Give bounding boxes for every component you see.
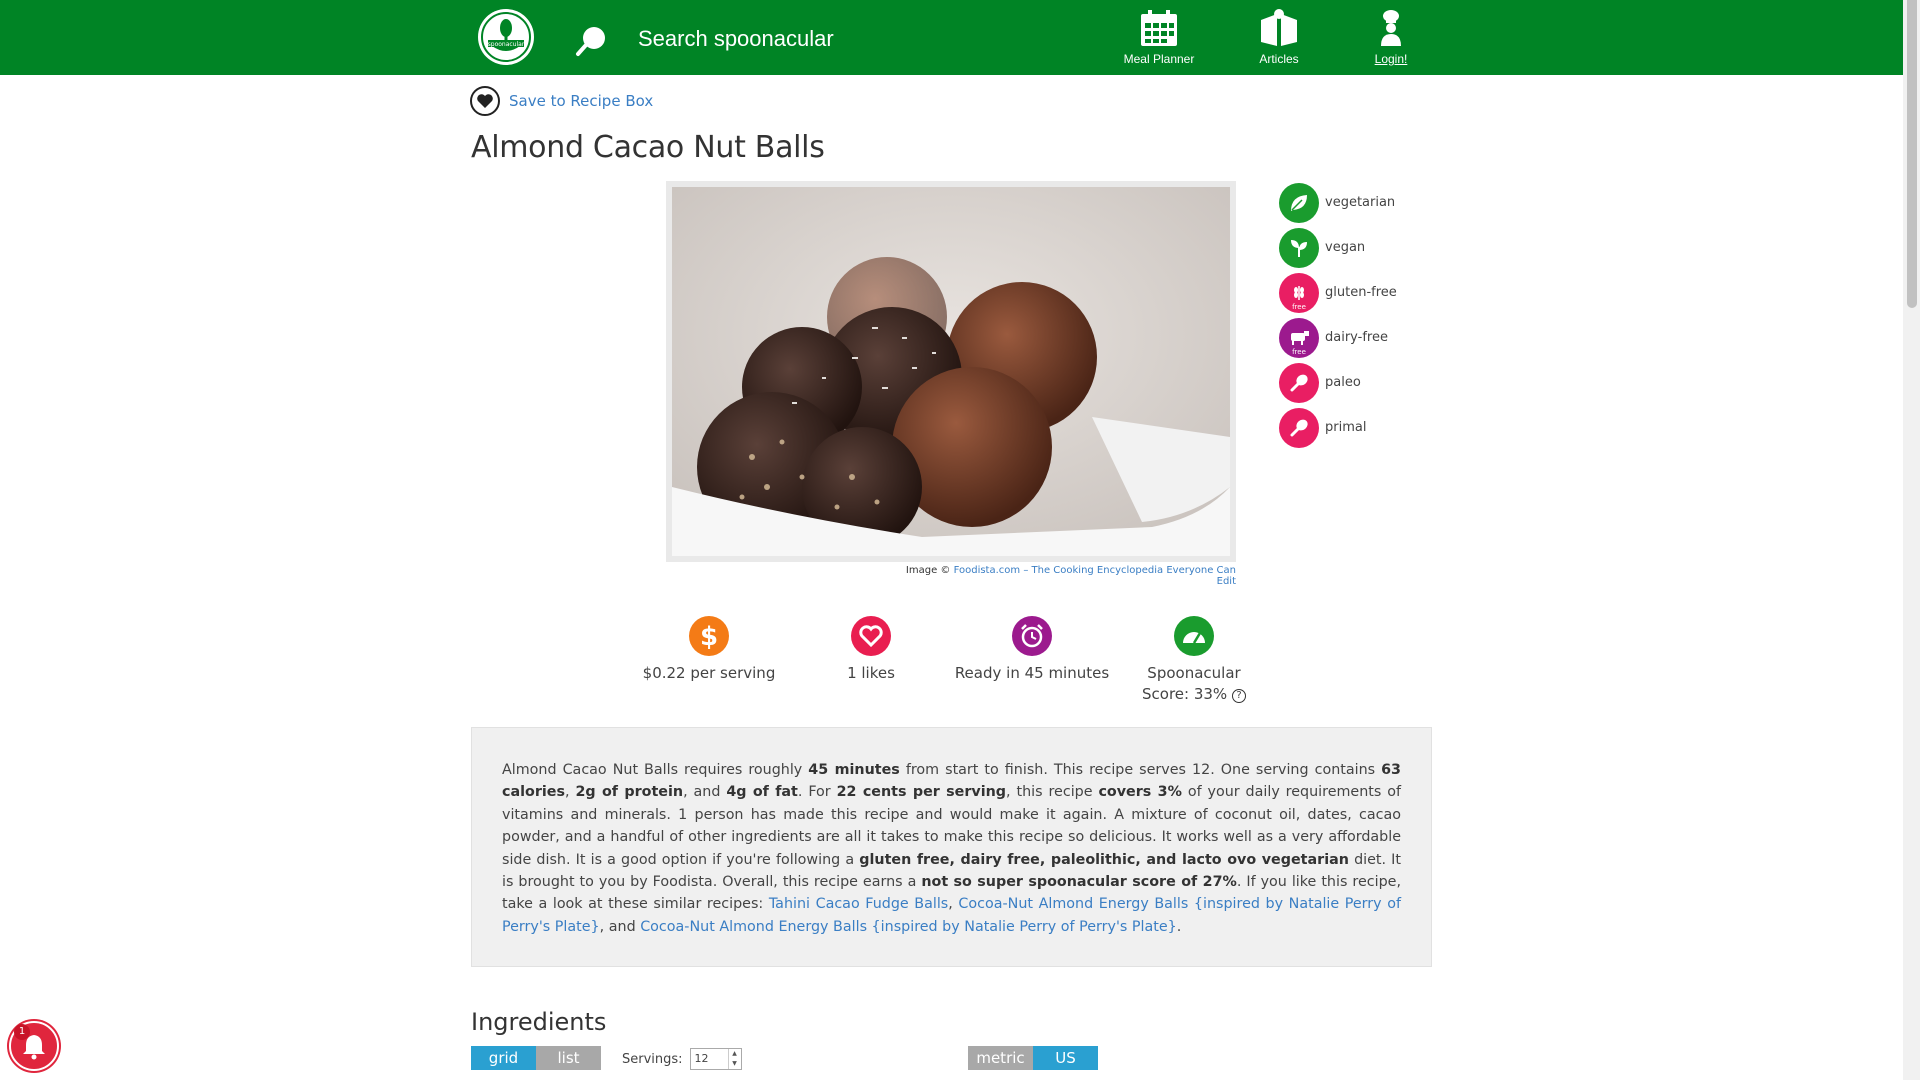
search-input[interactable]: Search spoonacular [638, 26, 834, 52]
nav-login[interactable]: Login! [1346, 8, 1436, 66]
unit-toggle: metric US [968, 1046, 1098, 1070]
wheat-free-icon: free [1279, 272, 1319, 313]
diet-gluten-free: free gluten-free [1279, 270, 1397, 315]
diet-badges: vegetarian vegan free gluten-free free d… [1279, 180, 1397, 450]
diet-primal: primal [1279, 405, 1397, 450]
servings-input[interactable]: 12 ▲ ▼ [689, 1048, 742, 1070]
leaf-icon [1279, 182, 1319, 223]
unit-us-button[interactable]: US [1033, 1046, 1098, 1070]
recipe-image-frame [666, 181, 1236, 562]
diet-dairy-free: free dairy-free [1279, 315, 1397, 360]
heart-icon [851, 616, 891, 656]
diet-vegetarian: vegetarian [1279, 180, 1397, 225]
servings-value: 12 [694, 1052, 709, 1065]
summary-text: Almond Cacao Nut Balls requires roughly … [502, 762, 1402, 935]
score-value: Score: 33% [1142, 685, 1228, 703]
recipe-photo [672, 187, 1230, 556]
page-scrollbar[interactable] [1903, 0, 1920, 1080]
svg-text:spoonacular: spoonacular [488, 41, 525, 48]
image-credit-link[interactable]: Foodista.com – The Cooking Encyclopedia … [954, 565, 1236, 587]
calendar-icon [1141, 10, 1177, 46]
nav-meal-planner[interactable]: Meal Planner [1114, 8, 1204, 66]
servings-stepper[interactable]: ▲ ▼ [727, 1049, 741, 1069]
cow-free-icon: free [1279, 317, 1319, 358]
scrollbar-thumb[interactable] [1907, 0, 1917, 308]
nav-articles-label: Articles [1259, 52, 1299, 66]
similar-recipe-link[interactable]: Tahini Cacao Fudge Balls [769, 896, 948, 912]
view-list-button[interactable]: list [536, 1046, 601, 1070]
recipe-title: Almond Cacao Nut Balls [471, 130, 825, 165]
servings-control: Servings: 12 ▲ ▼ [622, 1048, 742, 1070]
diet-paleo: paleo [1279, 360, 1397, 405]
alarm-clock-icon [1012, 616, 1052, 656]
ingredients-heading: Ingredients [471, 1008, 607, 1036]
recipe-summary: Almond Cacao Nut Balls requires roughly … [471, 727, 1432, 967]
search-icon[interactable] [575, 24, 609, 58]
view-grid-button[interactable]: grid [471, 1046, 536, 1070]
diet-label: paleo [1325, 375, 1361, 390]
heart-icon[interactable] [470, 86, 500, 116]
dollar-icon: $ [689, 616, 729, 656]
sprout-icon [1279, 227, 1319, 268]
free-badge: free [1292, 302, 1306, 311]
score-value-row: Score: 33% ? [1109, 685, 1279, 703]
stat-spoonacular-score: Spoonacular Score: 33% ? [1109, 616, 1279, 703]
diet-label: primal [1325, 420, 1367, 435]
likes-count: 1 likes [847, 664, 895, 682]
diet-label: vegan [1325, 240, 1366, 255]
score-label: Spoonacular [1147, 664, 1241, 682]
gauge-icon [1174, 616, 1214, 656]
drumstick-icon [1279, 407, 1319, 448]
notification-count-badge: 1 [14, 1024, 30, 1040]
spoonacular-logo-icon[interactable]: spoonacular [476, 6, 536, 68]
diet-vegan: vegan [1279, 225, 1397, 270]
stat-likes: 1 likes [786, 616, 956, 682]
save-to-recipe-box-link[interactable]: Save to Recipe Box [509, 92, 653, 110]
servings-label: Servings: [622, 1051, 683, 1067]
view-toggle: grid list [471, 1046, 601, 1070]
stat-ready-time: Ready in 45 minutes [947, 616, 1117, 682]
nav-login-label: Login! [1374, 52, 1408, 66]
free-badge: free [1292, 347, 1306, 356]
unit-metric-button[interactable]: metric [968, 1046, 1033, 1070]
nav-meal-planner-label: Meal Planner [1123, 52, 1195, 66]
price-per-serving: $0.22 per serving [642, 664, 776, 682]
diet-label: dairy-free [1325, 330, 1388, 345]
book-icon [1261, 9, 1297, 46]
chef-icon [1381, 10, 1401, 46]
nav-articles[interactable]: Articles [1234, 8, 1324, 66]
ready-time: Ready in 45 minutes [954, 664, 1110, 682]
diet-label: gluten-free [1325, 285, 1397, 300]
diet-label: vegetarian [1325, 195, 1396, 210]
svg-text:$: $ [700, 622, 718, 651]
save-to-recipe-box[interactable]: Save to Recipe Box [470, 86, 653, 116]
top-navigation-bar: spoonacular Search spoonacular Meal Plan… [0, 0, 1903, 75]
stat-price: $ $0.22 per serving [624, 616, 794, 682]
image-credit-prefix: Image © [905, 565, 951, 576]
similar-recipe-link[interactable]: Cocoa-Nut Almond Energy Balls {inspired … [640, 919, 1177, 935]
image-credit: Image © Foodista.com – The Cooking Encyc… [894, 565, 1236, 587]
drumstick-icon [1279, 362, 1319, 403]
help-icon[interactable]: ? [1231, 689, 1246, 703]
